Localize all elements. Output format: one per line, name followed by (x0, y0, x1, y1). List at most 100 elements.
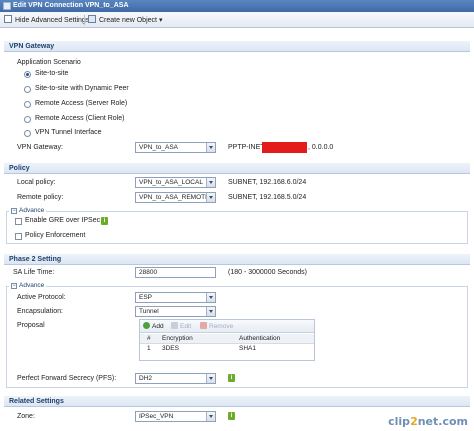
radio-site-to-site-dynamic-peer[interactable] (24, 86, 31, 93)
collapse-icon: − (11, 283, 17, 289)
edit-proposal-button[interactable]: Edit (171, 322, 191, 331)
remove-icon (200, 322, 207, 329)
chevron-down-icon (206, 412, 215, 421)
window-title-bar: Edit VPN Connection VPN_to_ASA (0, 0, 474, 12)
sa-life-range: (180 - 3000000 Seconds) (228, 269, 307, 276)
application-scenario-label: Application Scenario (17, 59, 81, 66)
section-title: VPN Gateway (9, 43, 55, 50)
add-proposal-button[interactable]: Add (143, 322, 164, 331)
column-header: Encryption (162, 335, 193, 342)
collapse-icon: − (11, 208, 17, 214)
chevron-down-icon (206, 307, 215, 316)
row-number: 1 (147, 345, 151, 352)
gateway-info-prefix: PPTP-INET (228, 144, 265, 151)
radio-site-to-site[interactable] (24, 71, 31, 78)
policy-advance-toggle[interactable]: − Advance (9, 206, 47, 215)
dialog-content: VPN Gateway Application Scenario Site-to… (0, 29, 474, 431)
local-policy-select[interactable]: VPN_to_ASA_LOCAL (135, 177, 216, 188)
active-protocol-select[interactable]: ESP (135, 292, 216, 303)
zone-value: IPSec_VPN (139, 413, 174, 420)
row-encryption: 3DES (162, 345, 179, 352)
enable-gre-label: Enable GRE over IPSec (25, 217, 101, 224)
sa-life-input[interactable]: 28800 (135, 267, 216, 278)
chevron-down-icon (206, 143, 215, 152)
proposal-header-row: # Encryption Authentication (140, 334, 314, 344)
vpn-gateway-label: VPN Gateway: (17, 144, 63, 151)
column-header: Authentication (239, 335, 281, 342)
chevron-down-icon: ▾ (158, 17, 163, 24)
section-phase2: Phase 2 Setting (4, 254, 470, 265)
advance-title: Advance (19, 282, 45, 289)
policy-advance-group (6, 211, 468, 244)
remove-label: Remove (209, 323, 234, 330)
info-icon[interactable]: i (228, 412, 235, 420)
local-policy-label: Local policy: (17, 179, 56, 186)
remote-policy-select[interactable]: VPN_to_ASA_REMOTE (135, 192, 216, 203)
table-row[interactable]: 1 3DES SHA1 (140, 344, 314, 354)
pfs-label: Perfect Forward Secrecy (PFS): (17, 375, 117, 382)
chevron-down-icon (206, 178, 215, 187)
radio-remote-access-server[interactable] (24, 101, 31, 108)
encapsulation-value: Tunnel (139, 308, 159, 315)
radio-vpn-tunnel-interface[interactable] (24, 130, 31, 137)
local-policy-subnet: SUBNET, 192.168.6.0/24 (228, 179, 307, 186)
toolbar-divider (84, 15, 85, 25)
zone-label: Zone: (17, 413, 35, 420)
scenario-label: Remote Access (Server Role) (35, 100, 128, 107)
info-icon[interactable]: i (228, 374, 235, 382)
zone-select[interactable]: IPSec_VPN (135, 411, 216, 422)
sa-life-label: SA Life Time: (13, 269, 55, 276)
remove-proposal-button[interactable]: Remove (200, 322, 233, 331)
create-new-object-button[interactable]: Create new Object ▾ (88, 15, 162, 25)
row-authentication: SHA1 (239, 345, 256, 352)
remote-policy-label: Remote policy: (17, 194, 64, 201)
column-header: # (147, 335, 151, 342)
window-icon (3, 2, 11, 10)
add-label: Add (152, 323, 164, 330)
watermark-part: clip (388, 415, 411, 428)
section-related-settings: Related Settings (4, 396, 470, 407)
phase2-advance-toggle[interactable]: − Advance (9, 281, 47, 290)
watermark-part: 2 (410, 415, 418, 428)
edit-icon (171, 322, 178, 329)
watermark-logo: clip2net.com (388, 415, 468, 428)
chevron-down-icon (206, 374, 215, 383)
scenario-label: VPN Tunnel Interface (35, 129, 102, 136)
proposal-toolbar: Add Edit Remove (140, 320, 314, 333)
local-policy-value: VPN_to_ASA_LOCAL (139, 179, 203, 186)
remote-policy-subnet: SUBNET, 192.168.5.0/24 (228, 194, 307, 201)
hide-advanced-label: Hide Advanced Settings (15, 17, 90, 24)
policy-enforcement-checkbox[interactable] (15, 233, 22, 240)
toolbar: Hide Advanced Settings Create new Object… (0, 12, 474, 28)
scenario-label: Remote Access (Client Role) (35, 115, 125, 122)
add-icon (143, 322, 150, 329)
pfs-select[interactable]: DH2 (135, 373, 216, 384)
redaction-box (262, 142, 307, 153)
watermark-part: net.com (417, 415, 468, 428)
proposal-table: Add Edit Remove # Encryption Authenticat… (139, 319, 315, 361)
section-vpn-gateway: VPN Gateway (4, 41, 470, 52)
info-icon[interactable]: i (101, 217, 108, 225)
radio-remote-access-client[interactable] (24, 116, 31, 123)
vpn-gateway-select[interactable]: VPN_to_ASA (135, 142, 216, 153)
policy-enforcement-label: Policy Enforcement (25, 232, 86, 239)
hide-advanced-button[interactable]: Hide Advanced Settings (4, 15, 89, 25)
new-object-icon (88, 15, 96, 23)
gateway-info-suffix: , 0.0.0.0 (308, 144, 334, 151)
edit-label: Edit (180, 323, 192, 330)
window-title: Edit VPN Connection VPN_to_ASA (13, 2, 129, 9)
scenario-label: Site-to-site with Dynamic Peer (35, 85, 129, 92)
settings-icon (4, 15, 12, 23)
section-title: Related Settings (9, 398, 64, 405)
proposal-label: Proposal (17, 322, 45, 329)
remote-policy-value: VPN_to_ASA_REMOTE (139, 194, 210, 201)
create-new-object-label: Create new Object (99, 17, 157, 24)
chevron-down-icon (206, 193, 215, 202)
section-title: Policy (9, 165, 30, 172)
advance-title: Advance (19, 207, 45, 214)
enable-gre-checkbox[interactable] (15, 218, 22, 225)
vpn-gateway-value: VPN_to_ASA (139, 144, 179, 151)
encapsulation-select[interactable]: Tunnel (135, 306, 216, 317)
chevron-down-icon (206, 293, 215, 302)
section-policy: Policy (4, 163, 470, 174)
